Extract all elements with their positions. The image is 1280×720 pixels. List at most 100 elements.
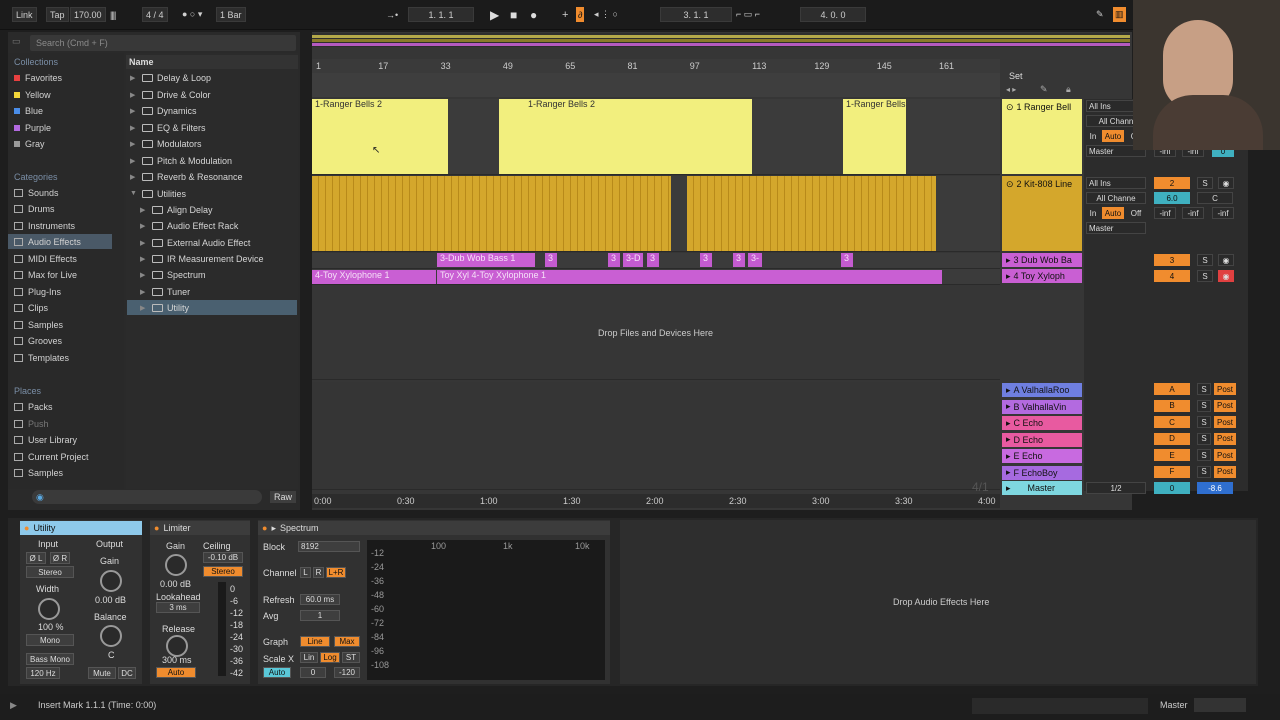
expand-arrow-icon[interactable]: ▶ (140, 206, 148, 214)
metronome-icon[interactable]: ● ○ ▾ (182, 7, 202, 22)
place-current-project[interactable]: Current Project (14, 449, 112, 464)
solo-button[interactable]: S (1197, 465, 1211, 478)
block-select[interactable]: 8192 (298, 541, 360, 552)
solo-button[interactable]: S (1197, 449, 1211, 461)
track-header-4[interactable]: ▸ 4 Toy Xyloph (1002, 269, 1082, 283)
post-button[interactable]: Post (1214, 449, 1236, 461)
clip-ranger-bells[interactable]: 1-Ranger Bells 2 (499, 99, 752, 174)
list-item[interactable]: ▶ Tuner (140, 284, 190, 299)
list-item[interactable]: ▶ EQ & Filters (130, 120, 206, 135)
browser-toggle-icon[interactable]: ▭ (12, 36, 21, 47)
play-icon[interactable]: ▸ (1006, 451, 1011, 462)
clip-dub-wob-small[interactable]: 3 (733, 253, 745, 267)
status-toggle-icon[interactable]: ▶ (10, 700, 17, 711)
range-min-value[interactable]: -120 (334, 667, 360, 678)
cue-out-select[interactable]: 1/2 (1086, 482, 1146, 494)
clip-toy-xylophone[interactable]: Toy Xyl 4-Toy Xylophone 1 (437, 270, 942, 284)
list-item-selected[interactable]: ▶ Utility (127, 300, 297, 315)
channel-mode-select[interactable]: Stereo (26, 566, 74, 578)
list-item[interactable]: ▶ Audio Effect Rack (140, 218, 238, 233)
collapse-arrow-icon[interactable]: ▼ (130, 190, 138, 197)
return-activator[interactable]: D (1154, 432, 1190, 445)
expand-arrow-icon[interactable]: ▶ (140, 255, 148, 263)
return-lanes[interactable] (312, 382, 1000, 490)
place-push[interactable]: Push (14, 416, 112, 431)
input-channel-select[interactable]: All Channe (1086, 192, 1146, 204)
release-auto-button[interactable]: Auto (156, 667, 196, 678)
output-select[interactable]: Master (1086, 222, 1146, 234)
punch-in-icon[interactable]: ⌐ ▭ ⌐ (736, 7, 760, 22)
refresh-value[interactable]: 60.0 ms (300, 594, 340, 605)
monitor-off-button[interactable]: Off (1126, 207, 1146, 219)
mini-mixer-icon[interactable] (1194, 698, 1246, 712)
scale-st-button[interactable]: ST (342, 652, 360, 663)
width-knob[interactable] (38, 598, 60, 620)
phase-left-button[interactable]: Ø L (26, 552, 46, 564)
clip-kit-808[interactable] (312, 176, 671, 251)
expand-arrow-icon[interactable]: ▶ (140, 304, 148, 312)
mono-button[interactable]: Mono (26, 634, 74, 646)
range-max-value[interactable]: 0 (300, 667, 326, 678)
gain-knob[interactable] (100, 570, 122, 592)
collection-blue[interactable]: Blue (14, 103, 112, 118)
play-icon[interactable]: ▶ (490, 7, 499, 22)
time-signature[interactable]: 4 / 4 (142, 7, 168, 22)
automation-arm-icon[interactable]: ∂ (576, 7, 585, 22)
tap-button[interactable]: Tap (46, 7, 69, 22)
track-header-3[interactable]: ▸ 3 Dub Wob Ba (1002, 253, 1082, 267)
clip-dub-wob[interactable]: 3-Dub Wob Bass 1 (437, 253, 535, 267)
track-activator[interactable]: 3 (1154, 254, 1190, 266)
follow-icon[interactable]: →• (386, 7, 398, 22)
clip-dub-wob-small[interactable]: 3 (841, 253, 853, 267)
clip-dub-wob-small[interactable]: 3 (647, 253, 659, 267)
expand-arrow-icon[interactable]: ▶ (130, 140, 138, 148)
arm-icon[interactable]: ◉ (1218, 270, 1234, 282)
bass-mono-button[interactable]: Bass Mono (26, 653, 74, 665)
list-item[interactable]: ▶ Dynamics (130, 103, 197, 118)
channel-l-button[interactable]: L (300, 567, 311, 578)
mute-button[interactable]: Mute (88, 667, 116, 679)
category-samples[interactable]: Samples (14, 317, 112, 332)
track-header-1[interactable]: ⊙ 1 Ranger Bell (1002, 99, 1082, 174)
category-audio-effects[interactable]: Audio Effects (8, 234, 112, 249)
limiter-stereo-button[interactable]: Stereo (203, 566, 243, 577)
fold-icon[interactable]: ⊙ (1006, 102, 1014, 113)
name-column-header[interactable]: Name (126, 55, 298, 69)
record-icon[interactable]: ● (530, 7, 537, 22)
loop-length[interactable]: 4. 0. 0 (800, 7, 866, 22)
track-activator[interactable]: 4 (1154, 270, 1190, 282)
range-auto-button[interactable]: Auto (263, 667, 291, 678)
arm-icon[interactable]: ◉ (1218, 177, 1234, 189)
solo-button[interactable]: S (1197, 254, 1213, 266)
collection-gray[interactable]: Gray (14, 136, 112, 151)
post-button[interactable]: Post (1214, 383, 1236, 395)
expand-arrow-icon[interactable]: ▶ (140, 271, 148, 279)
preview-waveform[interactable] (32, 490, 262, 504)
category-clips[interactable]: Clips (14, 300, 112, 315)
list-item[interactable]: ▶ Modulators (130, 136, 202, 151)
play-icon[interactable]: ▸ (1006, 434, 1011, 445)
utility-header[interactable]: ● Utility (20, 521, 142, 535)
expand-arrow-icon[interactable]: ▶ (140, 239, 148, 247)
track-pan[interactable]: C (1197, 192, 1233, 204)
graph-line-button[interactable]: Line (300, 636, 330, 647)
release-knob[interactable] (166, 635, 188, 657)
master-track-header[interactable]: ▸ Master (1002, 481, 1082, 495)
power-icon[interactable]: ● (154, 523, 159, 533)
avg-value[interactable]: 1 (300, 610, 340, 621)
list-item[interactable]: ▼ Utilities (130, 186, 186, 201)
locator-nav-icon[interactable]: ◂ ▸ (1006, 85, 1016, 94)
scale-lin-button[interactable]: Lin (300, 652, 318, 663)
master-volume[interactable]: 0 (1154, 482, 1190, 494)
solo-button[interactable]: S (1197, 432, 1211, 445)
fold-icon[interactable]: ⊙ (1006, 179, 1014, 190)
monitor-auto-button[interactable]: Auto (1102, 207, 1124, 219)
arm-icon[interactable]: ◉ (1218, 254, 1234, 266)
send-value[interactable]: -inf (1154, 207, 1176, 219)
expand-arrow-icon[interactable]: ▶ (140, 222, 148, 230)
channel-r-button[interactable]: R (313, 567, 324, 578)
locator-lane[interactable] (312, 73, 1000, 97)
list-item[interactable]: ▶ External Audio Effect (140, 235, 250, 250)
expand-arrow-icon[interactable]: ▶ (140, 288, 148, 296)
return-track-header[interactable]: ▸ B ValhallaVin (1002, 399, 1082, 414)
